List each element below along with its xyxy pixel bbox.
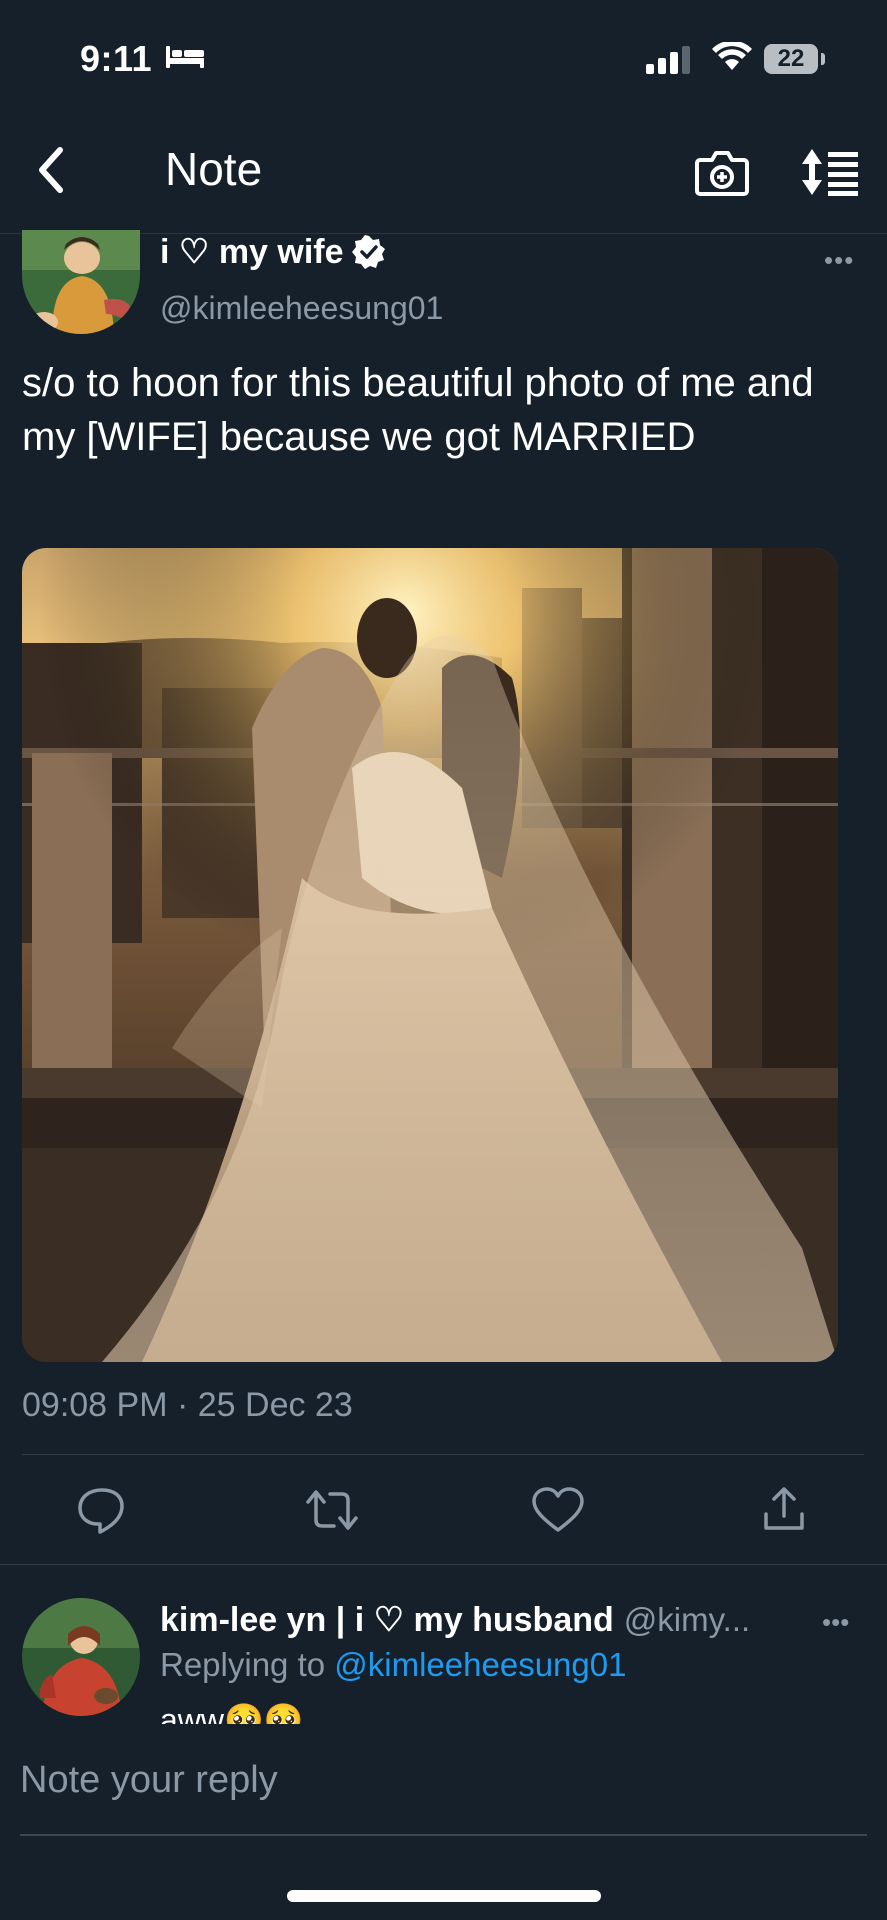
status-time: 9:11	[80, 38, 153, 79]
signal-icon	[646, 46, 690, 74]
reply-text-container: aww🥺🥺	[160, 1700, 560, 1724]
share-button[interactable]	[754, 1484, 814, 1536]
comment-icon	[78, 1488, 124, 1534]
sort-button[interactable]	[800, 146, 860, 198]
share-icon	[764, 1487, 804, 1530]
reply-author-avatar[interactable]	[22, 1598, 140, 1716]
reply-text: aww🥺🥺	[160, 1702, 304, 1724]
wifi-icon	[712, 42, 752, 70]
back-button[interactable]	[28, 140, 76, 200]
like-button[interactable]	[528, 1484, 588, 1536]
author-name-row: i ♡ my wife	[160, 232, 386, 272]
chevron-left-icon	[39, 147, 63, 193]
more-icon[interactable]: •••	[824, 245, 854, 276]
home-indicator[interactable]	[287, 1890, 601, 1902]
divider	[22, 1454, 864, 1455]
reply-input[interactable]	[0, 1726, 887, 1834]
camera-button[interactable]	[694, 146, 750, 198]
retweet-icon	[306, 1490, 358, 1530]
camera-plus-icon	[695, 151, 749, 196]
author-name: i ♡ my wife	[160, 233, 344, 271]
replying-prefix: Replying to	[160, 1646, 326, 1683]
heart-icon	[532, 1487, 584, 1532]
tweet-text: s/o to hoon for this beautiful photo of …	[22, 361, 814, 459]
bed-icon	[166, 46, 204, 68]
input-underline	[20, 1834, 867, 1836]
reply-button[interactable]	[72, 1484, 132, 1536]
retweet-button[interactable]	[302, 1484, 362, 1536]
divider	[0, 1564, 887, 1565]
wedding-photo-image	[22, 548, 838, 1362]
avatar-illustration	[22, 230, 140, 334]
reply-header: kim-lee yn | i ♡ my husband @kimy...	[160, 1600, 750, 1640]
battery-indicator: 22	[764, 44, 818, 74]
reply-author-handle[interactable]: @kimy...	[624, 1601, 750, 1639]
tweet-photo[interactable]	[22, 548, 838, 1362]
reply-author-name: kim-lee yn | i ♡ my husband	[160, 1601, 614, 1639]
verified-badge-icon	[351, 235, 385, 269]
avatar-illustration	[22, 1598, 140, 1716]
page-title: Note	[165, 143, 263, 195]
sort-icon	[802, 149, 858, 196]
author-avatar[interactable]	[22, 230, 140, 334]
author-handle[interactable]: @kimleeheesung01	[160, 290, 443, 327]
replying-to-link[interactable]: @kimleeheesung01	[334, 1646, 626, 1683]
battery-tip	[821, 53, 825, 65]
replying-to-row: Replying to @kimleeheesung01	[160, 1646, 626, 1684]
more-icon[interactable]: •••	[822, 1607, 849, 1638]
tweet-timestamp: 09:08 PM · 25 Dec 23	[22, 1386, 353, 1424]
